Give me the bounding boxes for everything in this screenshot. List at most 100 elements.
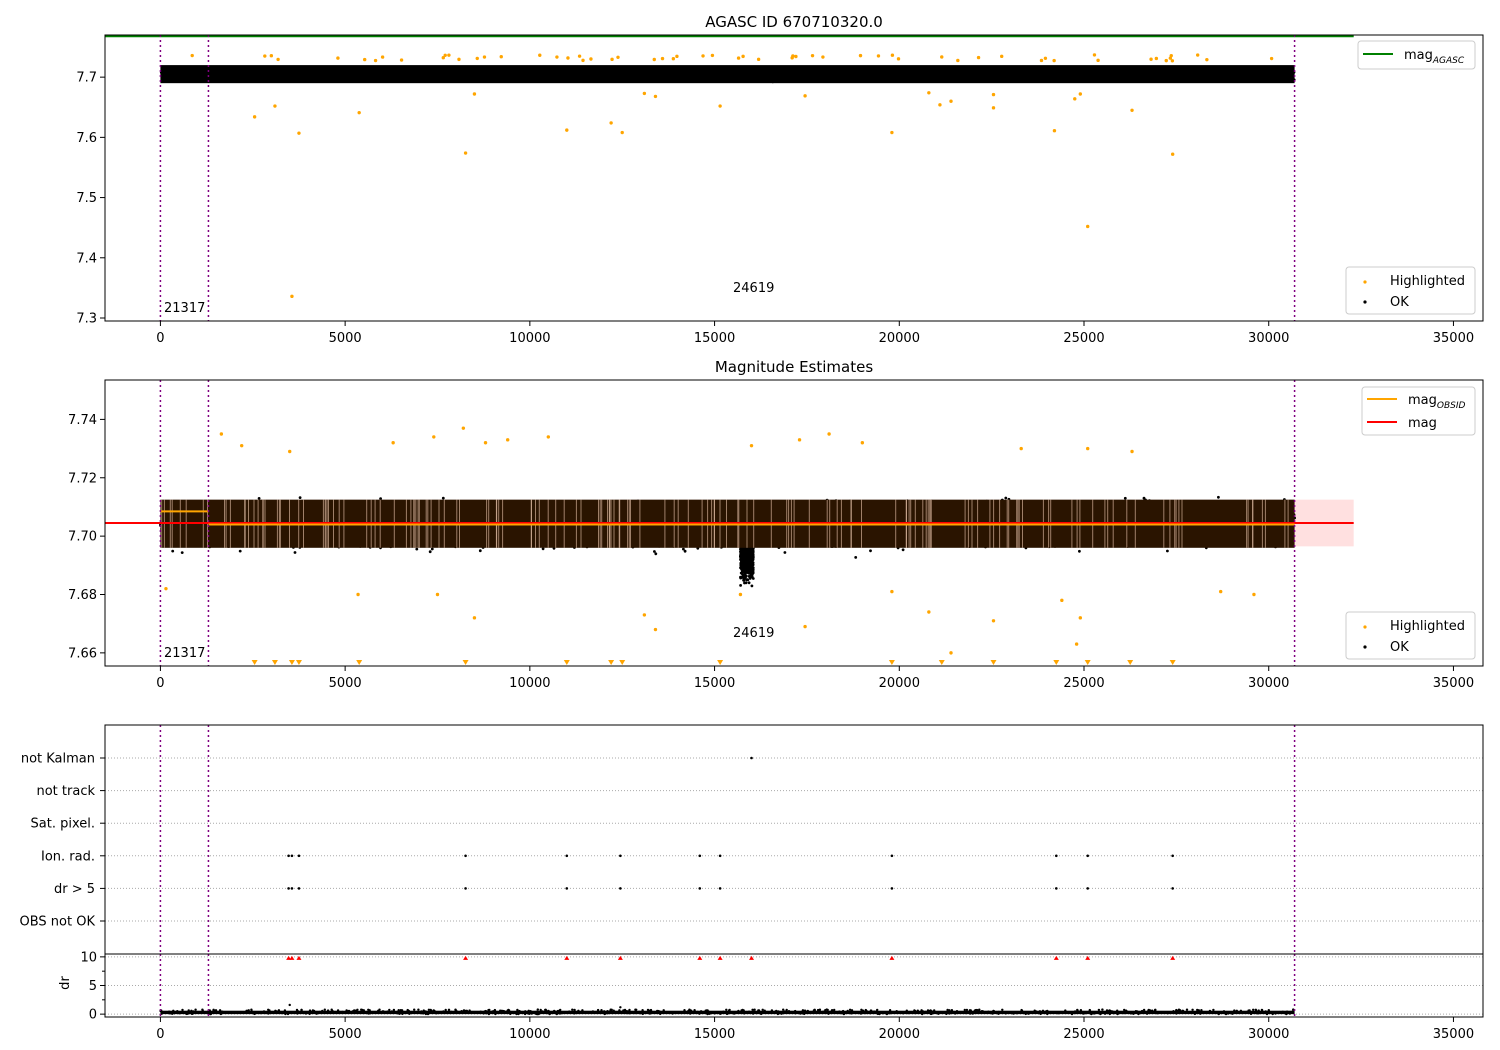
ok-point	[760, 77, 764, 80]
ok-point	[579, 77, 583, 81]
ok-point	[651, 76, 655, 80]
ok-point	[591, 72, 594, 75]
ok-point	[337, 71, 341, 75]
ok-point	[958, 77, 962, 81]
ok-point	[698, 75, 702, 78]
ok-point	[172, 69, 176, 72]
highlighted-point	[1170, 152, 1175, 156]
below-range-marker	[563, 660, 570, 665]
highlighted-point	[219, 432, 224, 436]
ok-point	[777, 71, 780, 75]
highlighted-point	[1039, 58, 1044, 63]
x-tick-label: 25000	[1063, 676, 1104, 691]
ok-point	[229, 71, 233, 74]
ok-point	[225, 74, 229, 78]
highlighted-point	[164, 586, 168, 591]
highlighted-point	[1043, 56, 1048, 61]
dr-point	[424, 1012, 428, 1016]
highlighted-point	[435, 592, 440, 597]
flag-point	[619, 854, 622, 858]
highlighted-point	[1074, 642, 1079, 646]
ok-point	[1029, 76, 1033, 80]
highlighted-point	[890, 589, 894, 594]
highlighted-point	[589, 57, 593, 61]
dr-point	[1257, 1009, 1260, 1012]
highlighted-point	[1218, 589, 1223, 594]
ok-point	[1008, 76, 1012, 79]
ok-point	[722, 69, 725, 73]
dr-point	[1001, 1008, 1004, 1011]
ok-point	[312, 73, 316, 77]
highlighted-point	[642, 613, 647, 617]
ok-point	[919, 74, 922, 78]
ok-point	[899, 67, 903, 71]
ok-point	[1094, 73, 1097, 77]
ok-point	[636, 67, 639, 71]
ok-point	[554, 69, 558, 73]
ok-point	[1058, 74, 1062, 78]
dr-point	[872, 1010, 876, 1013]
ok-point	[1128, 76, 1132, 80]
highlighted-point	[577, 54, 582, 58]
ok-point	[419, 77, 422, 81]
ok-point	[909, 72, 912, 75]
ok-point	[766, 72, 770, 75]
ok-point	[1106, 75, 1110, 79]
highlighted-point	[652, 57, 656, 62]
ok-point	[806, 71, 810, 75]
ok-point	[494, 73, 498, 76]
ok-point	[908, 77, 912, 81]
ok-point	[472, 68, 476, 71]
highlighted-point	[1019, 446, 1023, 451]
ok-point	[875, 69, 879, 72]
ok-point	[729, 72, 733, 76]
y-tick-label: 7.4	[76, 251, 97, 266]
highlighted-point	[447, 53, 451, 57]
ok-point	[1205, 68, 1208, 72]
ok-point	[290, 72, 294, 76]
ok-point	[508, 78, 512, 81]
ok-point	[741, 574, 745, 578]
ok-point	[518, 68, 521, 71]
dr-point	[494, 1012, 497, 1016]
ok-point	[817, 67, 820, 70]
ok-point	[1045, 73, 1048, 76]
ok-point	[469, 77, 472, 81]
ok-point	[465, 70, 469, 74]
highlighted-point	[660, 56, 665, 61]
highlighted-point	[483, 441, 488, 445]
flag-point	[1086, 854, 1090, 858]
highlighted-point	[269, 53, 274, 58]
highlighted-point	[263, 54, 267, 58]
ok-point	[989, 71, 992, 75]
highlighted-point	[482, 55, 487, 59]
panel-flags-plot-area	[105, 725, 1483, 954]
ok-point	[747, 581, 751, 585]
ok-point	[692, 70, 695, 74]
panel-estimates-legend-top: magOBSID mag	[1361, 386, 1476, 436]
ok-point	[1282, 68, 1285, 71]
dr-point	[994, 1011, 998, 1014]
ok-point	[773, 71, 777, 75]
ok-point	[753, 74, 757, 78]
ok-point	[1096, 69, 1100, 73]
ok-point	[1256, 74, 1260, 78]
x-tick-label: 35000	[1433, 331, 1474, 346]
flag-category-label: OBS not OK	[20, 915, 96, 930]
ok-point	[706, 72, 710, 76]
ok-point	[1130, 72, 1134, 76]
ok-point	[377, 68, 381, 71]
dr-point	[1285, 1010, 1289, 1013]
ok-point	[632, 73, 636, 77]
ok-point	[683, 549, 687, 553]
ok-point	[427, 75, 431, 79]
highlighted-point	[810, 53, 815, 58]
ok-point	[261, 73, 265, 77]
highlighted-point	[499, 55, 503, 59]
ok-point	[942, 73, 946, 76]
flag-category-label: not Kalman	[21, 752, 95, 767]
obsid-label-21317-top: 21317	[164, 301, 205, 316]
ok-point	[579, 74, 583, 78]
ok-point	[441, 496, 445, 500]
ok-point	[199, 73, 203, 77]
